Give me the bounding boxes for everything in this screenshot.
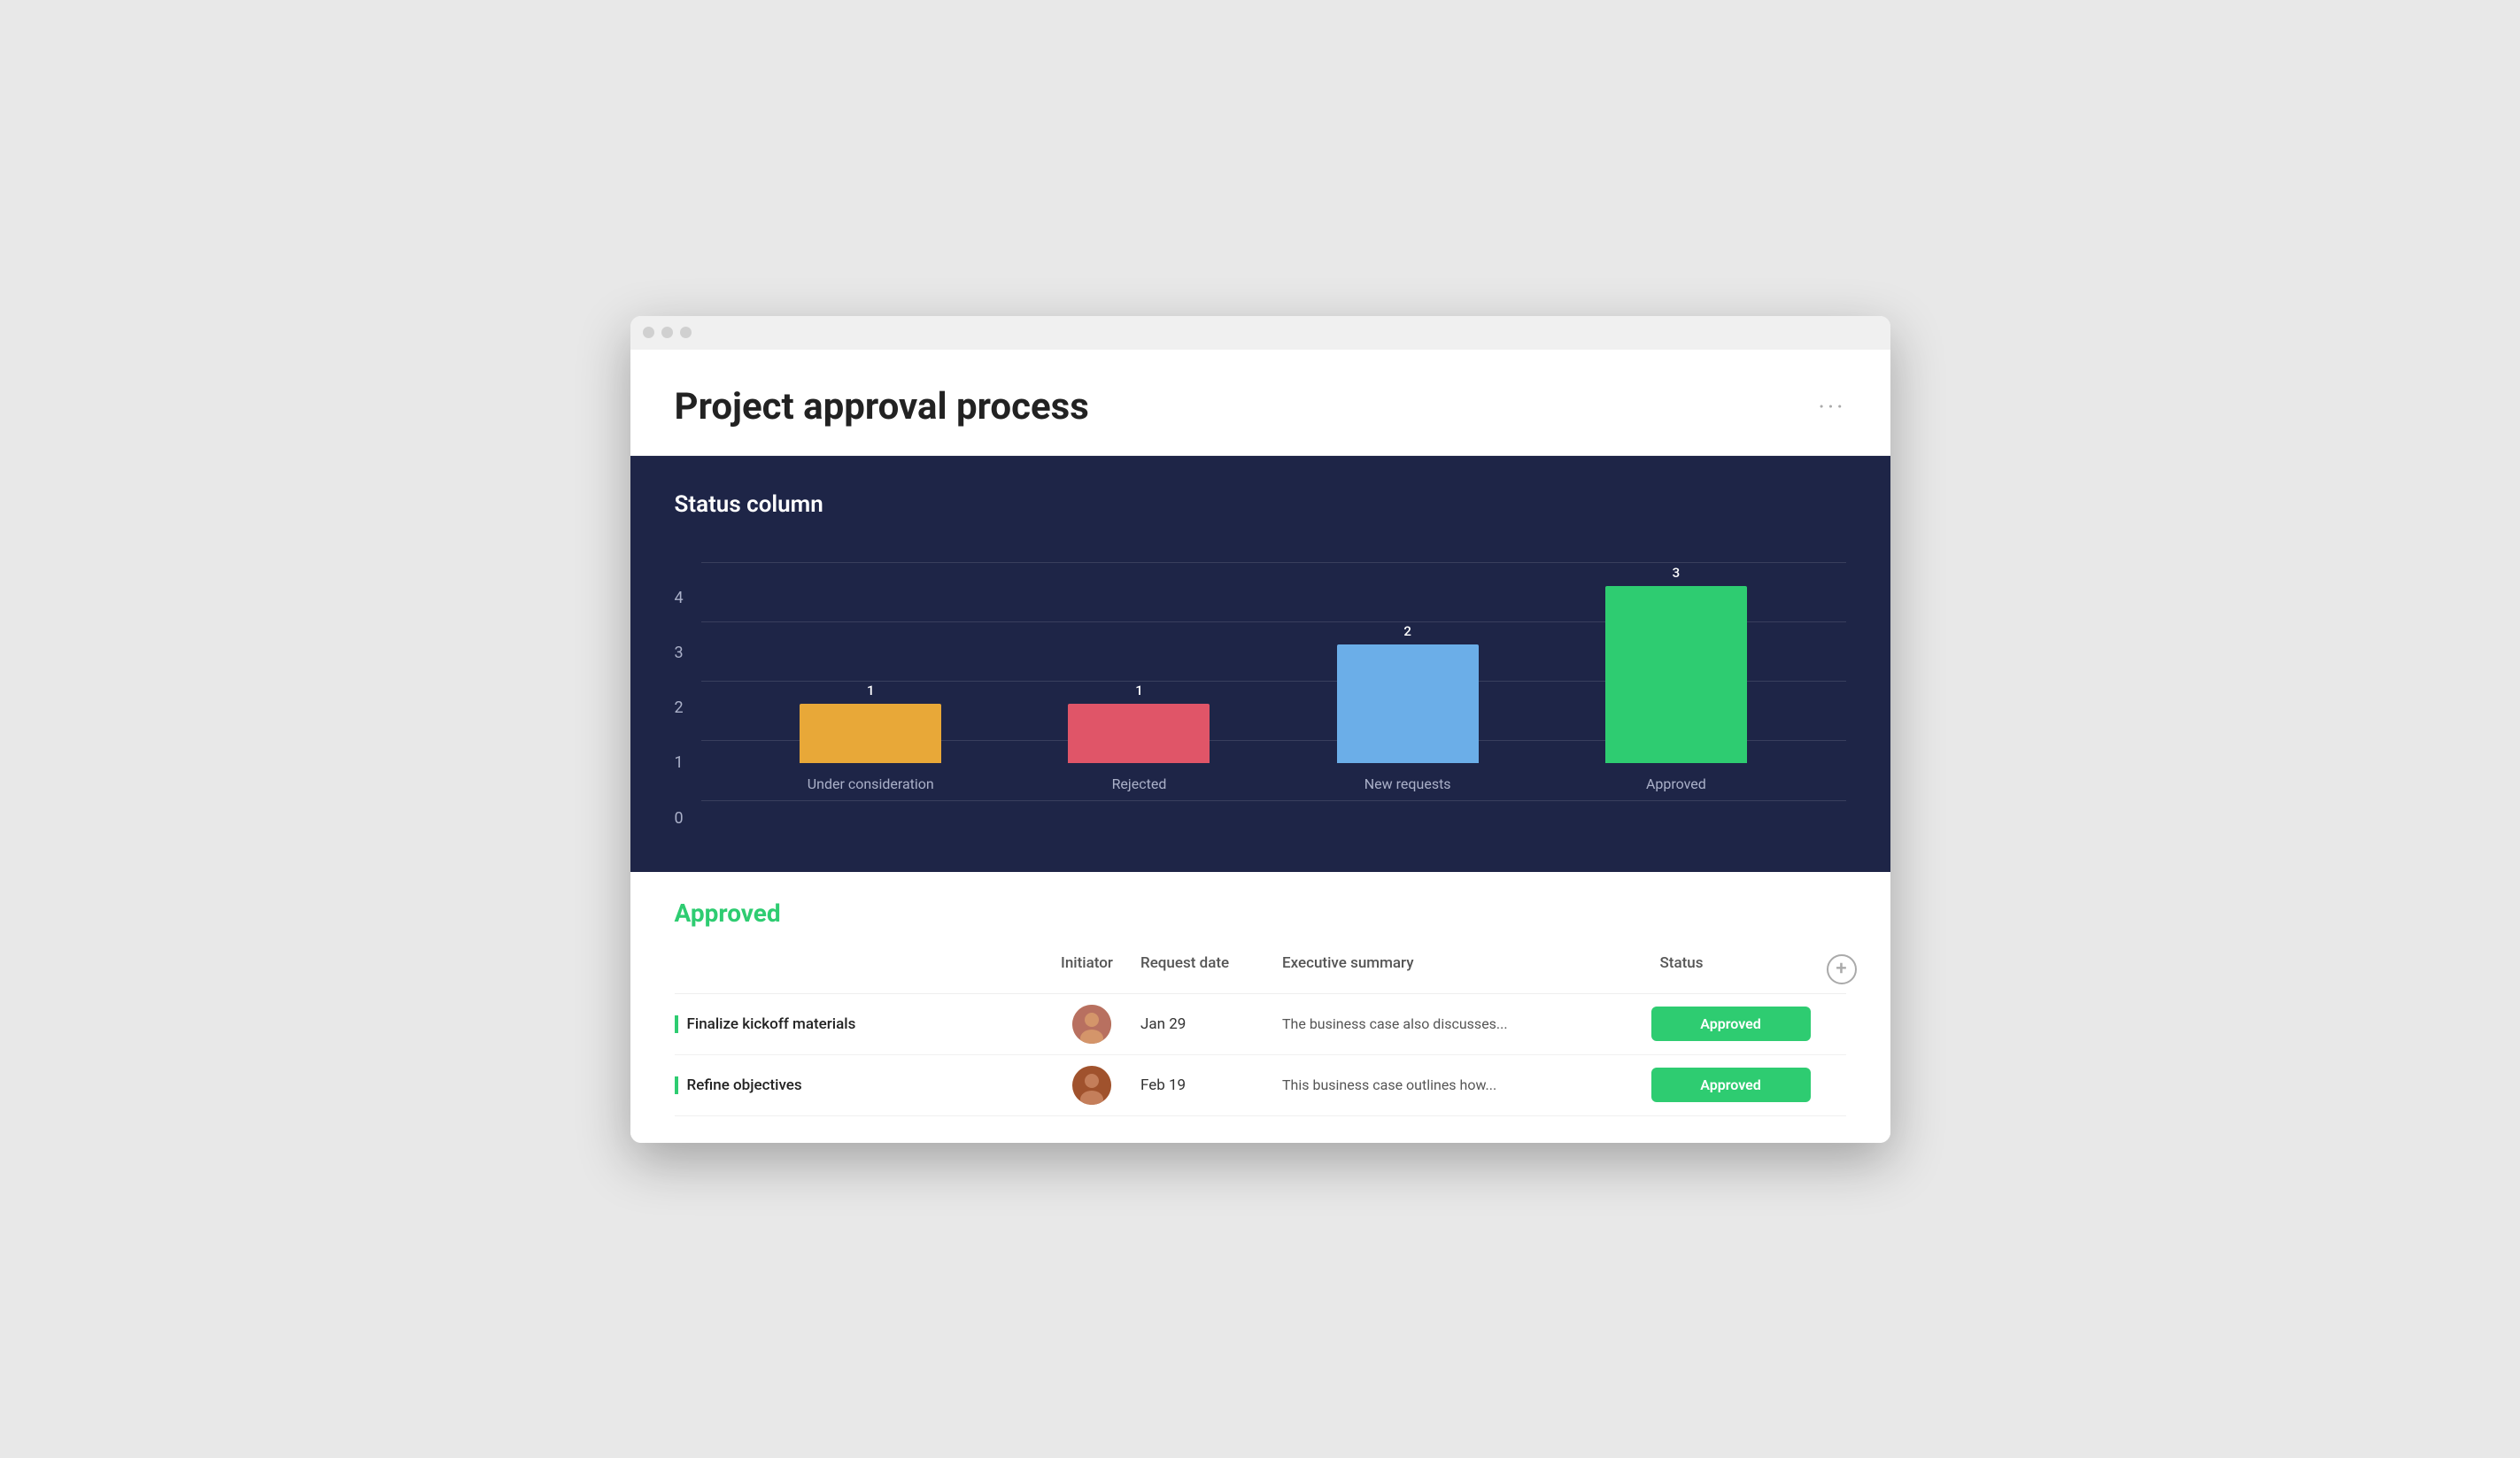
col-initiator: Initiator	[1052, 954, 1132, 984]
avatar-1	[1072, 1005, 1111, 1044]
chart-title: Status column	[675, 491, 1846, 518]
approved-heading: Approved	[675, 899, 1846, 928]
col-date: Request date	[1132, 954, 1273, 984]
row-summary-2: This business case outlines how...	[1273, 1076, 1651, 1093]
bar-label-new-requests: New requests	[1364, 775, 1451, 792]
bar-label-under-consideration: Under consideration	[808, 775, 934, 792]
row-status-1[interactable]: Approved	[1651, 1007, 1811, 1041]
col-add: +	[1811, 954, 1846, 984]
page-title: Project approval process	[675, 385, 1089, 428]
row-date-1: Jan 29	[1132, 1015, 1273, 1033]
bar-rect-rejected	[1068, 704, 1210, 763]
bar-rejected: 1 Rejected	[1068, 683, 1210, 792]
row-initiator-2	[1052, 1066, 1132, 1105]
bar-value-approved: 3	[1673, 565, 1681, 581]
chart-area: 0 1 2 3 4 1	[675, 544, 1846, 828]
col-status: Status	[1651, 954, 1811, 984]
bar-under-consideration: 1 Under consideration	[800, 683, 941, 792]
row-name-2: Refine objectives	[675, 1076, 1053, 1094]
bar-approved: 3 Approved	[1605, 565, 1747, 792]
bar-rect-approved	[1605, 586, 1747, 763]
bar-value-new-requests: 2	[1403, 623, 1411, 639]
more-options-button[interactable]: ···	[1819, 392, 1846, 421]
col-name	[675, 954, 1053, 984]
row-summary-1: The business case also discusses...	[1273, 1015, 1651, 1032]
y-label-1: 1	[675, 753, 684, 772]
table-header: Initiator Request date Executive summary…	[675, 945, 1846, 994]
row-name-1: Finalize kickoff materials	[675, 1015, 1053, 1033]
minimize-dot[interactable]	[661, 327, 673, 338]
close-dot[interactable]	[643, 327, 654, 338]
bar-label-approved: Approved	[1646, 775, 1706, 792]
bar-new-requests: 2 New requests	[1337, 623, 1479, 792]
y-label-0: 0	[675, 809, 684, 828]
bar-label-rejected: Rejected	[1112, 775, 1167, 792]
titlebar	[630, 316, 1890, 350]
grid-line-0	[701, 800, 1846, 801]
bar-rect-under-consideration	[800, 704, 941, 763]
table-row: Refine objectives Feb 19 This business c…	[675, 1055, 1846, 1116]
bar-value-under-consideration: 1	[867, 683, 875, 698]
y-label-3: 3	[675, 644, 684, 662]
avatar-svg-1	[1072, 1005, 1111, 1044]
bar-value-rejected: 1	[1135, 683, 1143, 698]
bar-rect-new-requests	[1337, 644, 1479, 763]
row-status-2[interactable]: Approved	[1651, 1068, 1811, 1102]
row-initiator-1	[1052, 1005, 1132, 1044]
chart-section: Status column 0 1 2 3 4	[630, 456, 1890, 872]
main-window: Project approval process ··· Status colu…	[630, 316, 1890, 1143]
bars-container: 1 Under consideration 1 Rejected 2	[701, 553, 1846, 792]
col-summary: Executive summary	[1273, 954, 1651, 984]
approved-section: Approved Initiator Request date Executiv…	[630, 872, 1890, 1143]
y-label-4: 4	[675, 589, 684, 607]
avatar-svg-2	[1072, 1066, 1111, 1105]
expand-dot[interactable]	[680, 327, 692, 338]
avatar-2	[1072, 1066, 1111, 1105]
page-header: Project approval process ···	[630, 350, 1890, 456]
row-date-2: Feb 19	[1132, 1076, 1273, 1094]
y-axis: 0 1 2 3 4	[675, 589, 701, 828]
y-label-2: 2	[675, 698, 684, 717]
table-row: Finalize kickoff materials Jan 29 The bu…	[675, 994, 1846, 1055]
chart-inner: 1 Under consideration 1 Rejected 2	[701, 562, 1846, 828]
add-column-button[interactable]: +	[1827, 954, 1857, 984]
